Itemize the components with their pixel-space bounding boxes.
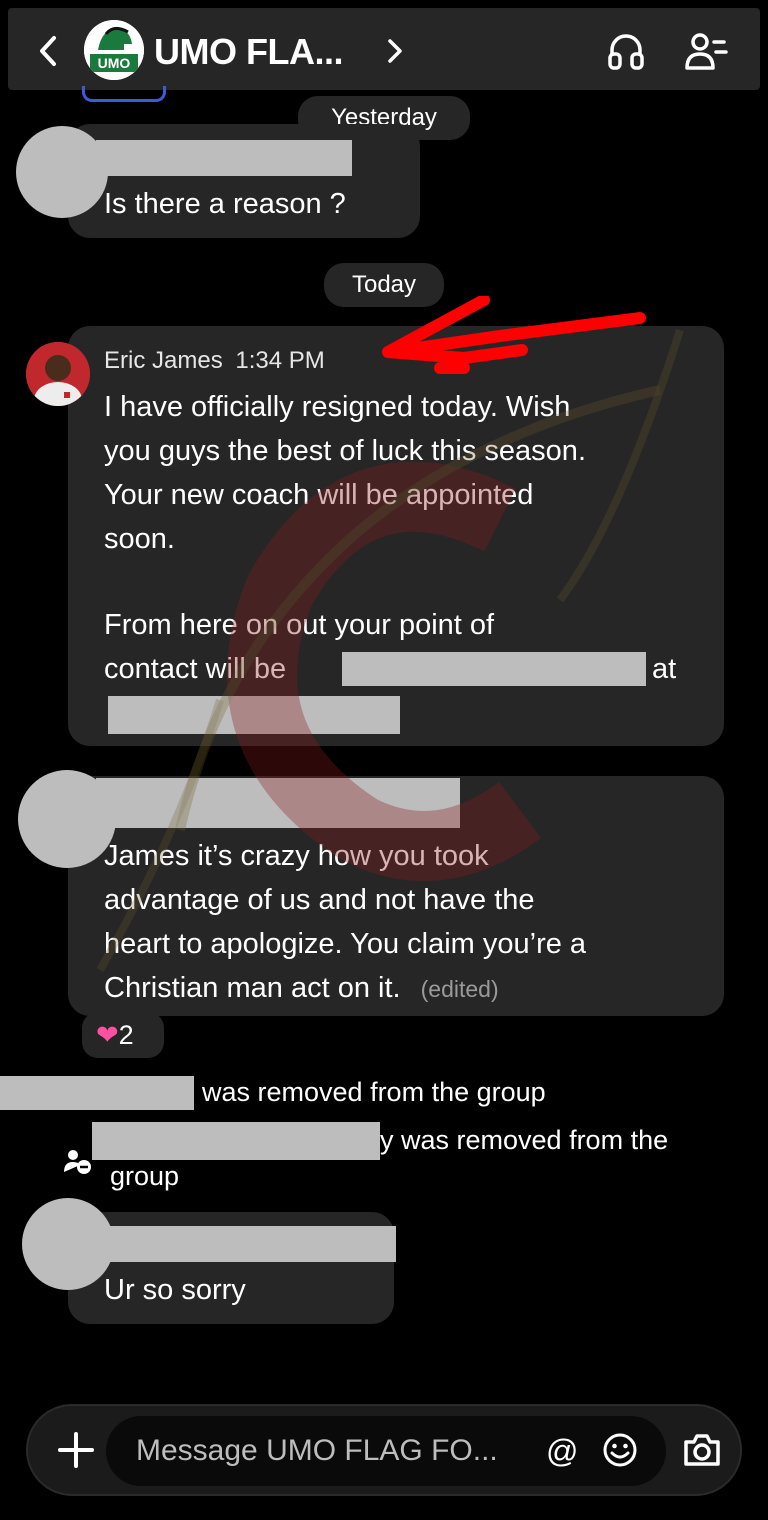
reaction-badge[interactable]: ❤2 (82, 1012, 164, 1058)
mention-icon[interactable]: @ (546, 1434, 578, 1468)
member-removed-icon (64, 1150, 91, 1174)
message-text: I have officially resigned today. Wish y… (104, 391, 586, 555)
spartan-logo-icon: UMO (84, 20, 144, 80)
input-placeholder: Message UMO FLAG FO... (136, 1434, 498, 1467)
avatar[interactable] (22, 1198, 114, 1290)
redacted-sender-name (96, 778, 460, 828)
message-composer: Message UMO FLAG FO... @ (26, 1404, 742, 1496)
headphones-icon[interactable] (606, 30, 646, 70)
redacted-contact-name (342, 652, 646, 686)
redacted-sender-name (96, 1226, 396, 1262)
sender-name[interactable]: Eric James (104, 347, 223, 374)
profile-photo-icon (26, 342, 90, 406)
redacted-member-name (92, 1122, 380, 1160)
chevron-right-icon[interactable] (384, 38, 406, 64)
heart-icon: ❤ (96, 1020, 119, 1050)
reaction-count: 2 (118, 1020, 134, 1050)
system-message: was removed from the group (202, 1077, 546, 1107)
emoji-icon[interactable] (602, 1432, 638, 1468)
message-text: Is there a reason ? (104, 188, 346, 220)
system-message: y was removed from the (380, 1125, 669, 1155)
camera-icon[interactable] (682, 1432, 722, 1468)
date-separator: Today (324, 263, 444, 307)
chat-title[interactable]: UMO FLA... (154, 32, 343, 72)
message-text: Ur so sorry (104, 1274, 246, 1306)
group-avatar[interactable]: UMO (84, 20, 144, 80)
message-text-line: Christian man act on it. (edited) (104, 966, 499, 1011)
message-header: Eric James 1:34 PM (104, 346, 325, 376)
svg-text:UMO: UMO (98, 55, 131, 71)
message-text-line: at (652, 653, 677, 685)
message-input[interactable]: Message UMO FLAG FO... @ (106, 1416, 666, 1486)
edited-label: (edited) (420, 976, 499, 1002)
redacted-contact-info (108, 696, 400, 734)
plus-icon[interactable] (56, 1430, 96, 1470)
system-message-continued: group (110, 1161, 180, 1191)
avatar[interactable] (26, 342, 90, 406)
message-last-line: Christian man act on it. (104, 972, 401, 1004)
timestamp: 1:34 PM (235, 347, 325, 374)
back-arrow-icon[interactable] (34, 34, 62, 68)
redacted-member-name (0, 1076, 194, 1110)
previous-message-bubble (82, 86, 166, 102)
avatar[interactable] (18, 770, 116, 868)
message-text-line: contact will be (104, 653, 287, 685)
avatar[interactable] (16, 126, 108, 218)
group-members-icon[interactable] (684, 32, 728, 72)
message-text: James it’s crazy how you took advantage … (104, 840, 587, 960)
chat-header: UMO UMO FLA... (8, 8, 760, 90)
redacted-sender-name (96, 140, 352, 176)
message-text-line: From here on out your point of (104, 609, 495, 641)
